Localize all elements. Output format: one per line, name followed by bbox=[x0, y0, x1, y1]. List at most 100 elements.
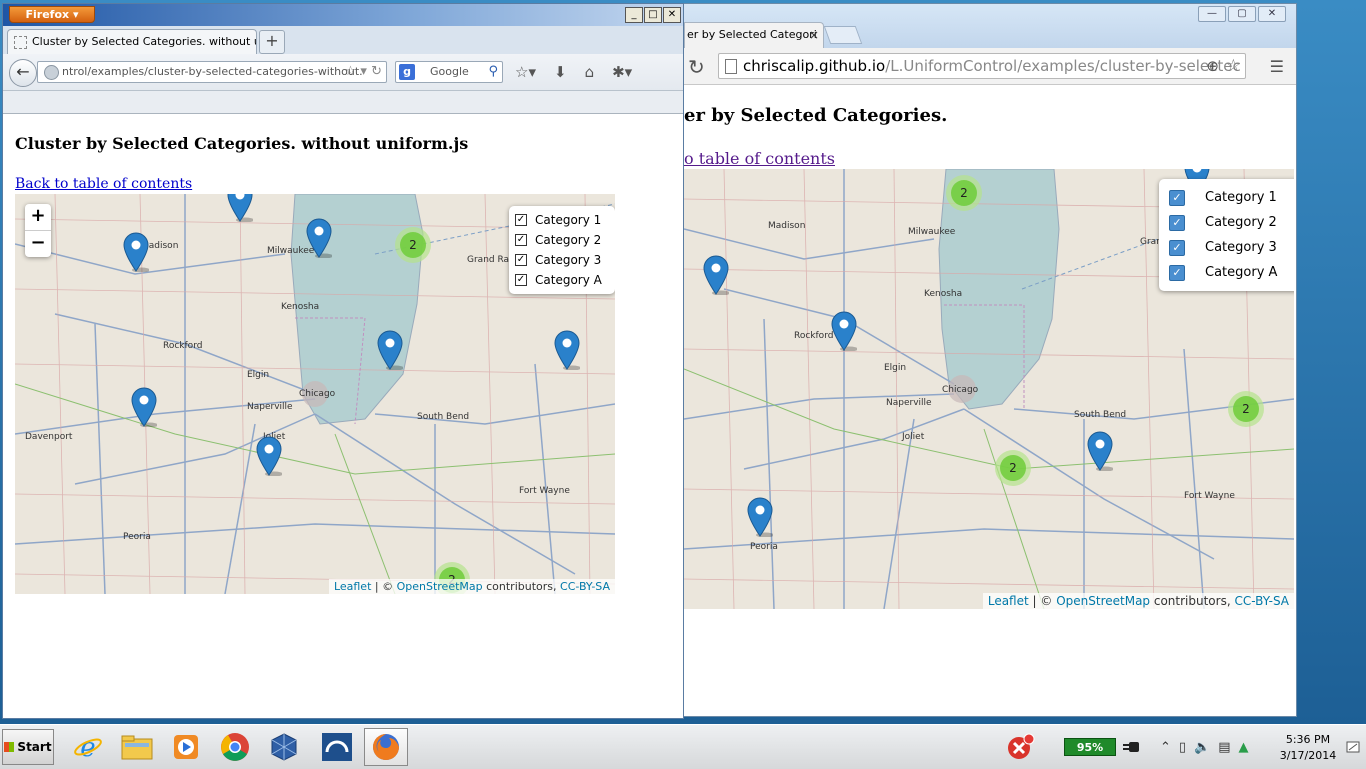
osm-link[interactable]: OpenStreetMap bbox=[397, 580, 483, 593]
map-marker-icon[interactable] bbox=[377, 330, 404, 371]
clock[interactable]: 5:36 PM 3/17/2014 bbox=[1276, 732, 1340, 764]
google-drive-icon[interactable]: ▲ bbox=[1239, 740, 1249, 755]
category-option[interactable]: ✓ Category A bbox=[1169, 260, 1294, 285]
map-marker-icon[interactable] bbox=[131, 387, 158, 428]
leaflet-link[interactable]: Leaflet bbox=[988, 594, 1029, 608]
checkbox-checked-icon[interactable]: ✓ bbox=[1169, 189, 1185, 206]
osm-link[interactable]: OpenStreetMap bbox=[1056, 594, 1150, 608]
firefox-tab[interactable]: Cluster by Selected Categories. without … bbox=[7, 29, 257, 54]
bookmark-star-icon[interactable]: ☆ bbox=[345, 64, 357, 79]
category-label: Category 1 bbox=[1205, 190, 1277, 205]
chrome-address-bar[interactable]: chriscalip.github.io/L.UniformControl/ex… bbox=[718, 53, 1246, 79]
city-label: Madison bbox=[768, 221, 806, 231]
map-marker-icon[interactable] bbox=[747, 497, 774, 538]
leaflet-link[interactable]: Leaflet bbox=[334, 580, 371, 593]
category-option[interactable]: ✓ Category 3 bbox=[515, 250, 609, 270]
minimize-button[interactable]: _ bbox=[625, 7, 643, 23]
page-title: Cluster by Selected Categories. without … bbox=[15, 134, 469, 153]
url-path: /L.UniformControl/examples/cluster-by-se… bbox=[885, 57, 1241, 75]
category-label: Category 3 bbox=[1205, 240, 1277, 255]
chrome-tab[interactable]: er by Selected Categori × bbox=[684, 22, 824, 48]
map-marker-icon[interactable] bbox=[256, 436, 283, 477]
back-arrow-icon[interactable]: ← bbox=[9, 59, 37, 87]
show-hidden-icons-icon[interactable]: ⌃ bbox=[1160, 740, 1171, 755]
home-icon[interactable]: ⌂ bbox=[585, 63, 595, 81]
clock-time: 5:36 PM bbox=[1285, 733, 1331, 746]
maximize-button[interactable]: □ bbox=[644, 7, 662, 23]
reload-icon[interactable]: ↻ bbox=[371, 64, 382, 79]
dropdown-icon[interactable]: ▾ bbox=[360, 64, 367, 79]
city-label: Chicago bbox=[942, 385, 979, 395]
firefox-url-bar[interactable]: ntrol/examples/cluster-by-selected-categ… bbox=[37, 61, 387, 83]
checkbox-checked-icon[interactable]: ✓ bbox=[515, 234, 527, 246]
zoom-out-button[interactable]: − bbox=[25, 231, 51, 257]
map-marker-icon[interactable] bbox=[1087, 431, 1114, 472]
chrome-map[interactable]: Madison Milwaukee Kenosha Rockford Elgin… bbox=[684, 169, 1294, 609]
reload-icon[interactable]: ↻ bbox=[688, 55, 705, 79]
maximize-button[interactable]: ▢ bbox=[1228, 6, 1256, 22]
map-marker-icon[interactable] bbox=[306, 218, 333, 259]
map-marker-icon[interactable] bbox=[703, 255, 730, 296]
bookmarks-menu-icon[interactable]: ☆▾ bbox=[515, 63, 536, 81]
minimize-button[interactable]: — bbox=[1198, 6, 1226, 22]
firefox-menu-button[interactable]: Firefox ▾ bbox=[9, 6, 95, 23]
search-icon[interactable]: ⚲ bbox=[488, 62, 498, 82]
new-tab-button[interactable]: + bbox=[259, 30, 285, 54]
chrome-menu-icon[interactable]: ☰ bbox=[1270, 57, 1284, 76]
map-marker-icon[interactable] bbox=[831, 311, 858, 352]
bookmark-star-icon[interactable]: ☆ bbox=[1226, 54, 1241, 78]
virtualbox-icon[interactable] bbox=[262, 728, 306, 766]
network-error-icon[interactable] bbox=[998, 728, 1042, 766]
checkbox-checked-icon[interactable]: ✓ bbox=[1169, 239, 1185, 256]
category-option[interactable]: ✓ Category 1 bbox=[515, 210, 609, 230]
map-marker-icon[interactable] bbox=[554, 330, 581, 371]
marker-cluster[interactable]: 2 bbox=[946, 175, 982, 211]
chrome-page: er by Selected Categories. o table of co… bbox=[684, 85, 1296, 716]
network-icon[interactable]: ▤ bbox=[1218, 740, 1230, 755]
internet-explorer-icon[interactable]: e bbox=[66, 728, 110, 766]
app-icon[interactable] bbox=[315, 728, 359, 766]
category-option[interactable]: ✓ Category A bbox=[515, 270, 609, 290]
search-box[interactable]: g Google ⚲ bbox=[395, 61, 503, 83]
map-marker-icon[interactable] bbox=[227, 194, 254, 223]
attribution-separator: | © bbox=[1028, 594, 1057, 608]
map-marker-icon[interactable] bbox=[123, 232, 150, 273]
firefox-map[interactable]: Madison Milwaukee Kenosha Rockford Elgin… bbox=[15, 194, 615, 594]
power-plug-icon[interactable] bbox=[1118, 728, 1148, 766]
media-player-icon[interactable] bbox=[164, 728, 208, 766]
license-link[interactable]: CC-BY-SA bbox=[1234, 594, 1289, 608]
firefox-icon[interactable] bbox=[364, 728, 408, 766]
start-button[interactable]: Start bbox=[2, 729, 54, 765]
close-button[interactable]: ✕ bbox=[1258, 6, 1286, 22]
category-option[interactable]: ✓ Category 3 bbox=[1169, 235, 1294, 260]
close-button[interactable]: ✕ bbox=[663, 7, 681, 23]
toc-link[interactable]: Back to table of contents bbox=[15, 176, 192, 192]
checkbox-checked-icon[interactable]: ✓ bbox=[515, 254, 527, 266]
category-option[interactable]: ✓ Category 2 bbox=[515, 230, 609, 250]
zoom-in-button[interactable]: + bbox=[25, 204, 51, 231]
marker-cluster[interactable]: 2 bbox=[395, 227, 431, 263]
marker-cluster[interactable]: 2 bbox=[995, 450, 1031, 486]
checkbox-checked-icon[interactable]: ✓ bbox=[515, 214, 527, 226]
addon-icon[interactable]: ✱▾ bbox=[612, 63, 632, 81]
battery-indicator[interactable]: 95% bbox=[1064, 738, 1116, 756]
volume-icon[interactable]: 🔈 bbox=[1194, 740, 1210, 755]
downloads-icon[interactable]: ⬇ bbox=[554, 63, 567, 81]
file-explorer-icon[interactable] bbox=[115, 728, 159, 766]
google-icon[interactable]: g bbox=[399, 64, 415, 80]
new-tab-button[interactable] bbox=[823, 26, 863, 44]
city-label: Milwaukee bbox=[908, 227, 956, 237]
tab-close-icon[interactable]: × bbox=[809, 23, 819, 47]
category-option[interactable]: ✓ Category 2 bbox=[1169, 210, 1294, 235]
checkbox-checked-icon[interactable]: ✓ bbox=[515, 274, 527, 286]
category-option[interactable]: ✓ Category 1 bbox=[1169, 185, 1294, 210]
chrome-icon[interactable] bbox=[213, 728, 257, 766]
usb-icon[interactable]: ▯ bbox=[1179, 740, 1186, 755]
license-link[interactable]: CC-BY-SA bbox=[560, 580, 610, 593]
zoom-icon[interactable]: ⊕ bbox=[1206, 54, 1219, 78]
toc-link[interactable]: o table of contents bbox=[684, 149, 835, 168]
action-center-icon[interactable] bbox=[1342, 728, 1364, 766]
marker-cluster[interactable]: 2 bbox=[1228, 391, 1264, 427]
checkbox-checked-icon[interactable]: ✓ bbox=[1169, 214, 1185, 231]
checkbox-checked-icon[interactable]: ✓ bbox=[1169, 264, 1185, 281]
